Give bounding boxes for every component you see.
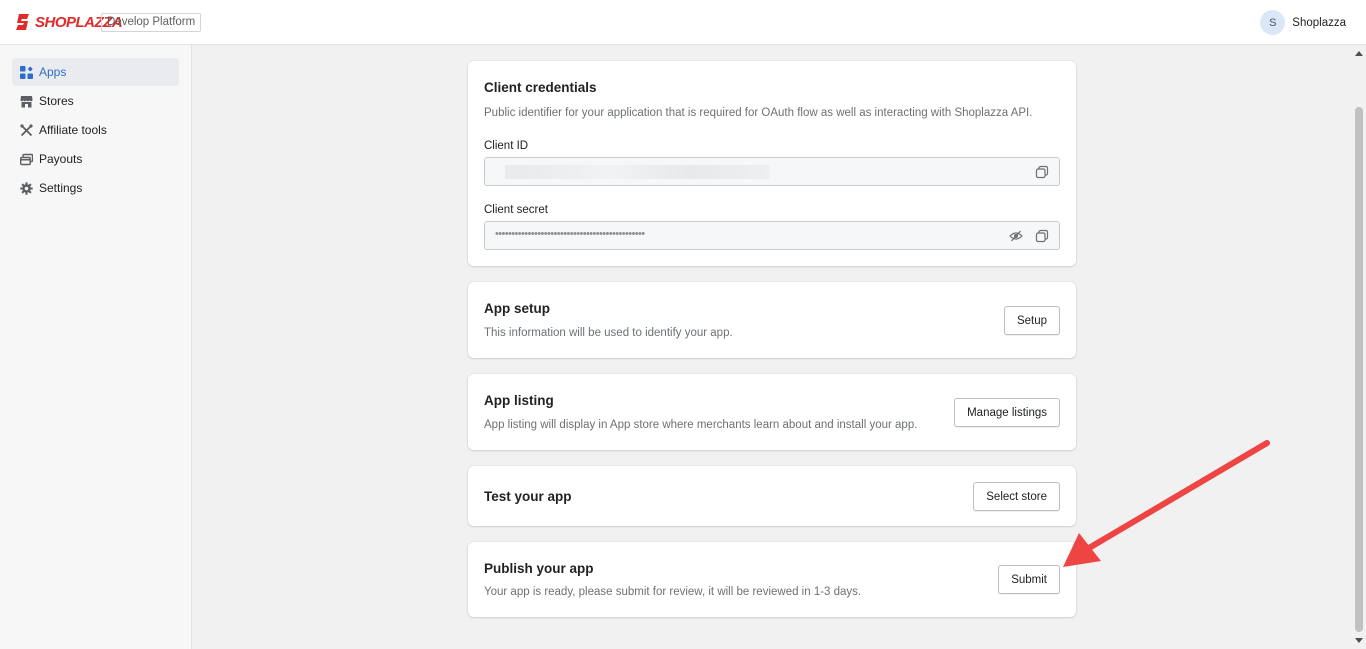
sidebar-item-label: Payouts <box>39 152 83 166</box>
card-title: App listing <box>484 393 554 408</box>
user-name: Shoplazza <box>1292 16 1346 29</box>
card-description: Public identifier for your application t… <box>484 107 1033 119</box>
shoplazza-logo-icon <box>16 14 29 30</box>
client-secret-field[interactable]: ••••••••••••••••••••••••••••••••••••••••… <box>484 221 1060 250</box>
platform-tag: Develop Platform <box>101 13 202 32</box>
setup-button[interactable]: Setup <box>1003 306 1060 335</box>
scroll-thumb[interactable] <box>1355 107 1363 632</box>
client-credentials-card: Client credentials Public identifier for… <box>468 61 1076 266</box>
sidebar: Apps Stores Affiliate tools Payouts Sett… <box>0 45 192 649</box>
app-setup-card: App setup This information will be used … <box>468 282 1076 358</box>
main-content: Client credentials Public identifier for… <box>192 45 1352 649</box>
card-description: App listing will display in App store wh… <box>484 419 918 431</box>
publish-app-card: Publish your app Your app is ready, plea… <box>468 542 1076 617</box>
select-store-button[interactable]: Select store <box>973 482 1060 511</box>
sidebar-item-apps[interactable]: Apps <box>12 58 179 86</box>
sidebar-item-affiliate-tools[interactable]: Affiliate tools <box>12 116 179 144</box>
card-title: App setup <box>484 301 550 316</box>
card-title: Client credentials <box>484 80 597 95</box>
sidebar-item-label: Apps <box>39 65 67 79</box>
gear-icon <box>20 181 33 195</box>
scroll-down-arrow-icon[interactable] <box>1355 638 1363 643</box>
test-app-card: Test your app Select store <box>468 466 1076 526</box>
copy-icon[interactable] <box>1035 229 1049 243</box>
card-title: Test your app <box>484 489 572 504</box>
avatar: S <box>1260 10 1286 35</box>
sidebar-item-settings[interactable]: Settings <box>12 174 179 202</box>
copy-icon[interactable] <box>1035 165 1049 179</box>
sidebar-item-label: Settings <box>39 181 83 195</box>
client-id-field[interactable] <box>484 157 1060 186</box>
sidebar-item-stores[interactable]: Stores <box>12 87 179 115</box>
sidebar-item-label: Affiliate tools <box>39 123 107 137</box>
manage-listings-button[interactable]: Manage listings <box>954 398 1060 427</box>
card-description: This information will be used to identif… <box>484 327 733 339</box>
tools-icon <box>20 123 33 136</box>
card-description: Your app is ready, please submit for rev… <box>484 586 862 598</box>
apps-grid-icon <box>20 65 33 79</box>
card-title: Publish your app <box>484 561 594 576</box>
scroll-up-arrow-icon[interactable] <box>1355 51 1363 56</box>
client-secret-label: Client secret <box>484 204 548 216</box>
sidebar-item-payouts[interactable]: Payouts <box>12 145 179 173</box>
client-secret-masked: ••••••••••••••••••••••••••••••••••••••••… <box>495 228 645 240</box>
payouts-icon <box>20 153 33 165</box>
eye-slash-icon[interactable] <box>1009 229 1023 243</box>
top-bar: SHOPLAZZA Develop Platform S Shoplazza <box>0 0 1366 45</box>
sidebar-item-label: Stores <box>39 94 74 108</box>
client-id-value-redacted <box>505 165 770 179</box>
page-scrollbar[interactable] <box>1352 45 1366 649</box>
submit-button[interactable]: Submit <box>998 565 1060 594</box>
user-menu[interactable]: S Shoplazza <box>1260 10 1346 35</box>
app-listing-card: App listing App listing will display in … <box>468 374 1076 450</box>
store-icon <box>20 95 33 107</box>
client-id-label: Client ID <box>484 140 529 152</box>
